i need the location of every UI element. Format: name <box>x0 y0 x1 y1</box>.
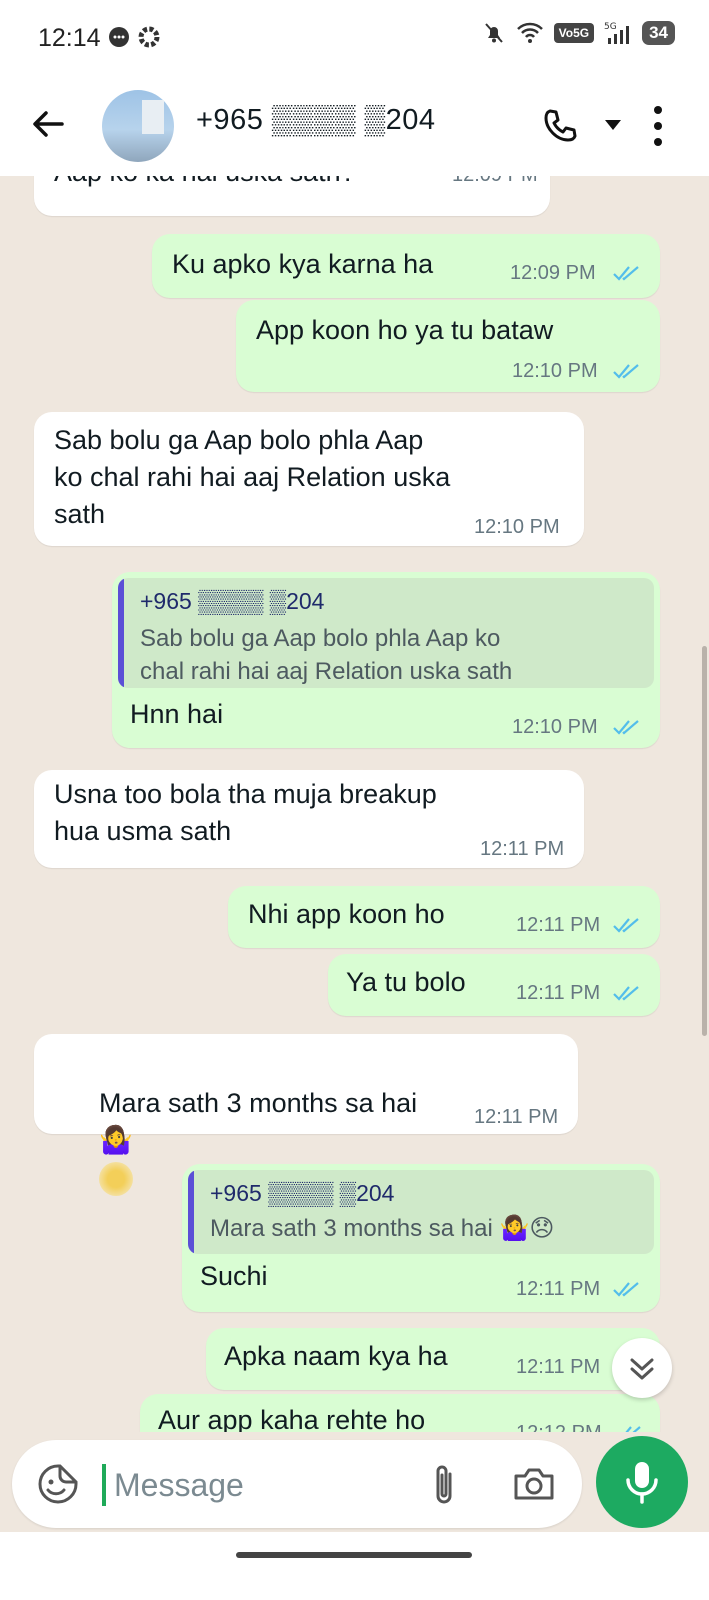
message-composer <box>12 1440 582 1528</box>
message-text: Hnn hai <box>130 699 224 729</box>
message-time: 12:10 PM <box>512 360 598 382</box>
chat-bubble-icon <box>109 27 129 47</box>
message-time: 12:11 PM <box>480 838 565 860</box>
read-ticks-icon <box>613 266 639 281</box>
read-ticks-icon <box>613 918 639 933</box>
message-text: Aap ko ka hai uska sath? <box>54 176 356 191</box>
double-chevron-down-icon <box>630 1358 654 1380</box>
battery-icon: 34 <box>642 21 675 45</box>
message-text: Suchi <box>200 1261 268 1291</box>
dropdown-icon[interactable] <box>604 118 622 132</box>
back-arrow-icon[interactable] <box>28 104 68 144</box>
message-time: 12:12 PM <box>516 1422 602 1432</box>
message-outgoing[interactable]: Ya tu bolo 12:11 PM <box>328 954 660 1016</box>
more-vert-icon[interactable] <box>650 104 666 148</box>
mic-icon <box>626 1462 658 1504</box>
quoted-text: Sab bolu ga Aap bolo phla Aap ko chal ra… <box>140 625 513 685</box>
message-outgoing-reply[interactable]: +965 ▒▒▒▒ ▒204 Mara sath 3 months sa hai… <box>182 1164 660 1312</box>
shrug-emoji: 🤷‍♀️ <box>99 1125 133 1155</box>
message-incoming[interactable]: Aap ko ka hai uska sath? 12:09 PM <box>34 176 550 216</box>
status-bar: 12:14 Vo5G 5G 34 <box>0 0 709 76</box>
message-time: 12:11 PM <box>516 914 601 936</box>
phone-icon[interactable] <box>540 106 580 146</box>
message-incoming[interactable]: Usna too bola tha muja breakup hua usma … <box>34 770 584 868</box>
quoted-message[interactable]: +965 ▒▒▒▒ ▒204 Sab bolu ga Aap bolo phla… <box>118 578 654 688</box>
contact-name[interactable]: +965 ▒▒▒▒ ▒204 <box>196 104 436 137</box>
quoted-author: +965 ▒▒▒▒ ▒204 <box>140 588 325 614</box>
message-input[interactable] <box>112 1458 416 1512</box>
mic-button[interactable] <box>596 1436 688 1528</box>
read-ticks-icon <box>613 720 639 735</box>
message-time: 12:09 PM <box>510 262 596 284</box>
message-text: Nhi app koon ho <box>248 899 445 929</box>
blurred-emoji <box>99 1161 134 1196</box>
paperclip-icon[interactable] <box>430 1462 460 1508</box>
network-badge: Vo5G <box>553 23 595 43</box>
message-text: Ku apko kya karna ha <box>172 249 434 279</box>
quoted-text: Mara sath 3 months sa hai 🤷‍♀️😞 <box>210 1215 555 1242</box>
message-text: Sab bolu ga Aap bolo phla Aap ko chal ra… <box>54 425 451 529</box>
message-outgoing-reply[interactable]: +965 ▒▒▒▒ ▒204 Sab bolu ga Aap bolo phla… <box>112 572 660 748</box>
scrollbar[interactable] <box>702 646 707 1036</box>
text-cursor <box>102 1464 106 1506</box>
read-ticks-icon <box>625 1426 641 1432</box>
bell-off-icon <box>484 23 503 43</box>
message-time: 12:11 PM <box>516 982 601 1004</box>
read-ticks-icon <box>613 1282 639 1297</box>
message-time: 12:10 PM <box>512 716 598 738</box>
message-outgoing[interactable]: App koon ho ya tu bataw 12:10 PM <box>236 300 660 392</box>
message-text-content: Mara sath 3 months sa hai <box>99 1088 418 1118</box>
home-gesture-handle[interactable] <box>236 1552 472 1558</box>
message-time: 12:09 PM <box>452 176 538 187</box>
quoted-text-content: Mara sath 3 months sa hai <box>210 1215 493 1242</box>
message-outgoing[interactable]: Aur app kaha rehte ho 12:12 PM <box>140 1394 660 1432</box>
gear-icon <box>138 26 160 48</box>
message-text: App koon ho ya tu bataw <box>256 315 554 345</box>
quoted-message[interactable]: +965 ▒▒▒▒ ▒204 Mara sath 3 months sa hai… <box>188 1170 654 1254</box>
status-time: 12:14 <box>38 24 101 52</box>
message-text: Ya tu bolo <box>346 967 466 997</box>
message-incoming[interactable]: Mara sath 3 months sa hai 🤷‍♀️ 12:11 PM <box>34 1034 578 1196</box>
message-time: 12:10 PM <box>474 516 560 538</box>
svg-text:5G: 5G <box>604 22 617 32</box>
message-time: 12:11 PM <box>516 1356 601 1378</box>
message-time: 12:11 PM <box>474 1106 559 1128</box>
system-nav-bar <box>0 1532 709 1600</box>
message-text: Usna too bola tha muja breakup hua usma … <box>54 779 437 846</box>
sticker-icon[interactable] <box>36 1462 80 1506</box>
read-ticks-icon <box>613 986 639 1001</box>
message-text: Apka naam kya ha <box>224 1341 448 1371</box>
message-outgoing[interactable]: Nhi app koon ho 12:11 PM <box>228 886 660 948</box>
message-time: 12:11 PM <box>516 1278 601 1300</box>
message-outgoing[interactable]: Ku apko kya karna ha 12:09 PM <box>152 234 660 298</box>
signal-icon: 5G <box>604 22 630 44</box>
camera-icon[interactable] <box>512 1464 556 1504</box>
quoted-author: +965 ▒▒▒▒ ▒204 <box>210 1180 395 1206</box>
chat-header: +965 ▒▒▒▒ ▒204 <box>0 76 709 176</box>
wifi-icon <box>516 22 543 43</box>
message-outgoing[interactable]: Apka naam kya ha 12:11 PM <box>206 1328 660 1390</box>
read-ticks-icon <box>613 364 639 379</box>
message-text: Aur app kaha rehte ho <box>158 1405 426 1432</box>
message-incoming[interactable]: Sab bolu ga Aap bolo phla Aap ko chal ra… <box>34 412 584 546</box>
chat-area[interactable]: Aap ko ka hai uska sath? 12:09 PM Ku apk… <box>0 176 709 1432</box>
scroll-to-bottom-button[interactable] <box>612 1338 672 1398</box>
avatar[interactable] <box>102 90 174 162</box>
